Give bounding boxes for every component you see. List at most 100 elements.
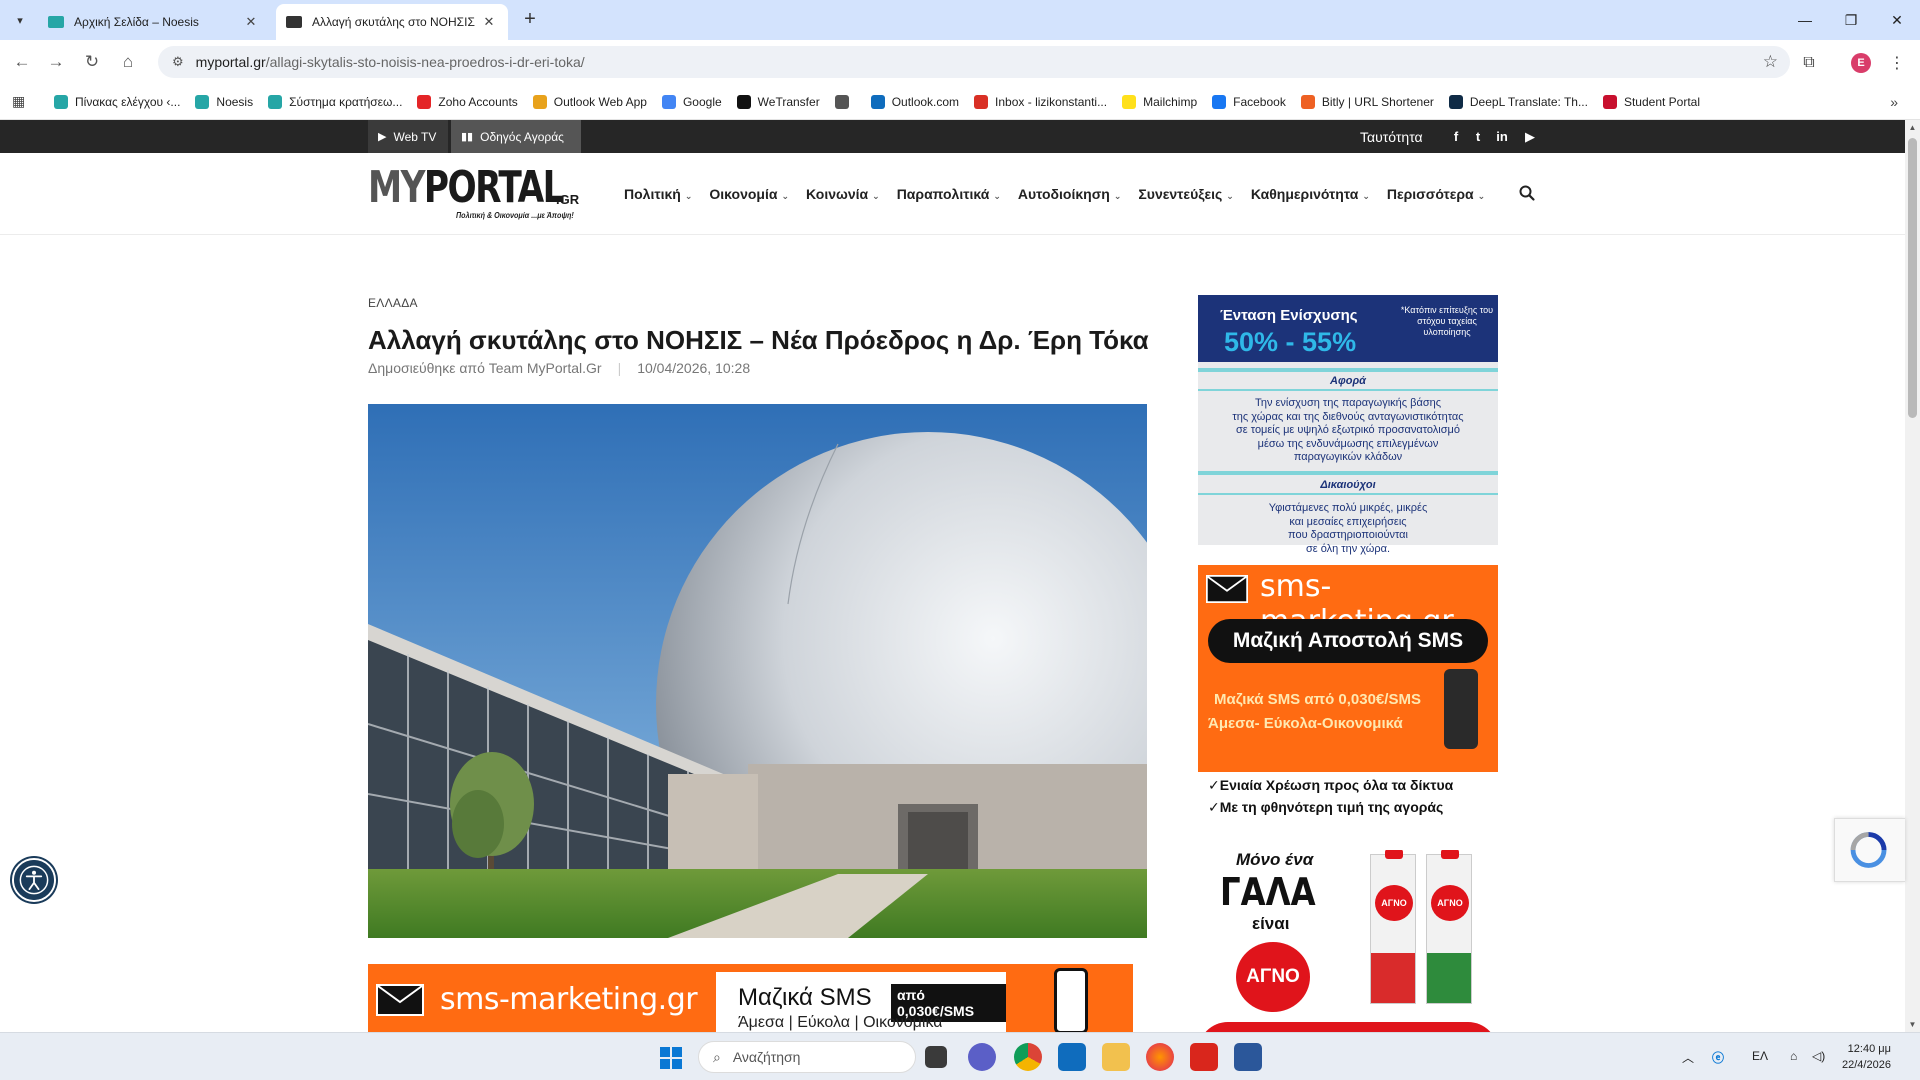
forward-arrow-icon[interactable]: → bbox=[44, 50, 68, 74]
language-indicator[interactable]: ΕΛ bbox=[1752, 1049, 1768, 1063]
divider bbox=[1198, 368, 1498, 372]
bookmark-favicon-icon bbox=[1300, 94, 1315, 109]
bookmark-item[interactable]: Mailchimp bbox=[1122, 94, 1197, 109]
market-guide-button[interactable]: ▮▮ Οδηγός Αγοράς bbox=[451, 120, 581, 153]
file-explorer-icon[interactable] bbox=[1102, 1043, 1130, 1071]
taskbar-clock[interactable]: 12:40 μμ 22/4/2026 bbox=[1842, 1041, 1891, 1073]
bookmark-item[interactable]: Outlook.com bbox=[870, 94, 959, 109]
tab-close-icon[interactable]: ✕ bbox=[242, 14, 260, 30]
bookmark-item[interactable]: Πίνακας ελέγχου ‹... bbox=[54, 94, 180, 109]
site-main-nav: MYPORTAL .GR Πολιτική & Οικονομία ...με … bbox=[0, 153, 1905, 235]
page-scrollbar[interactable]: ▲ ▼ bbox=[1905, 120, 1920, 1032]
banner-line1: Μαζικά SMS bbox=[738, 984, 872, 1011]
twitter-icon[interactable]: t bbox=[1471, 129, 1485, 144]
bookmark-favicon-icon bbox=[974, 94, 989, 109]
back-arrow-icon[interactable]: ← bbox=[10, 50, 34, 74]
nav-item[interactable]: Πολιτική ⌄ bbox=[624, 186, 692, 202]
article-category[interactable]: ΕΛΛΑΔΑ bbox=[368, 296, 418, 310]
new-tab-plus-icon[interactable]: + bbox=[518, 8, 542, 32]
nav-item[interactable]: Παραπολιτικά ⌄ bbox=[897, 186, 1001, 202]
volume-icon[interactable]: ◁) bbox=[1812, 1049, 1825, 1063]
banner-line2: Άμεσα | Εύκολα | Οικονομικά bbox=[738, 1014, 943, 1031]
web-tv-button[interactable]: ▶ Web TV bbox=[368, 120, 448, 153]
restore-icon[interactable]: ❐ bbox=[1828, 0, 1874, 40]
bookmark-item[interactable] bbox=[834, 94, 856, 109]
nav-item[interactable]: Συνεντεύξεις ⌄ bbox=[1138, 186, 1233, 202]
nav-item[interactable]: Καθημερινότητα ⌄ bbox=[1251, 186, 1370, 202]
sms-marketing-banner-ad[interactable]: sms-marketing.gr Μαζικά SMS από 0,030€/S… bbox=[368, 964, 1133, 1032]
nav-item-label: Περισσότερα bbox=[1386, 186, 1474, 202]
reload-icon[interactable]: ↻ bbox=[80, 50, 104, 74]
linkedin-icon[interactable]: in bbox=[1495, 129, 1509, 144]
nav-item[interactable]: Οικονομία ⌄ bbox=[709, 186, 789, 202]
accessibility-icon[interactable] bbox=[12, 858, 56, 902]
scroll-down-icon[interactable]: ▼ bbox=[1905, 1017, 1920, 1032]
task-view-icon[interactable] bbox=[925, 1046, 947, 1068]
funding-program-ad[interactable]: Ένταση Ενίσχυσης 50% - 55% *Κατόπιν επίτ… bbox=[1198, 295, 1498, 555]
tab-title: Αρχική Σελίδα – Noesis bbox=[74, 15, 199, 29]
funding-ad-header: Ένταση Ενίσχυσης 50% - 55% *Κατόπιν επίτ… bbox=[1198, 295, 1498, 362]
nav-item[interactable]: Αυτοδιοίκηση ⌄ bbox=[1018, 186, 1122, 202]
tab-myportal-article[interactable]: Αλλαγή σκυτάλης στο ΝΟΗΣΙΣ ✕ bbox=[276, 4, 508, 40]
profile-avatar[interactable]: E bbox=[1848, 50, 1874, 76]
teams-icon[interactable] bbox=[968, 1043, 996, 1071]
ad-body-line: της χώρας και της διεθνούς ανταγωνιστικό… bbox=[1232, 410, 1464, 423]
tab-close-icon[interactable]: ✕ bbox=[480, 14, 498, 30]
bookmark-item[interactable]: Bitly | URL Shortener bbox=[1300, 94, 1434, 109]
minimize-icon[interactable]: — bbox=[1782, 0, 1828, 40]
milk-carton-image: ΑΓΝΟ bbox=[1426, 850, 1472, 1004]
word-icon[interactable] bbox=[1234, 1043, 1262, 1071]
url-host: myportal.gr bbox=[195, 54, 266, 70]
browser-menu-kebab-icon[interactable]: ⋮ bbox=[1884, 50, 1910, 76]
acrobat-icon[interactable] bbox=[1190, 1043, 1218, 1071]
scroll-up-icon[interactable]: ▲ bbox=[1905, 120, 1920, 135]
article-author[interactable]: Δημοσιεύθηκε από Team MyPortal.Gr bbox=[368, 360, 602, 376]
tab-title: Αλλαγή σκυτάλης στο ΝΟΗΣΙΣ bbox=[312, 15, 475, 29]
bookmark-label: Noesis bbox=[216, 94, 254, 109]
funding-ad-title: Ένταση Ενίσχυσης bbox=[1220, 307, 1358, 324]
windows-start-icon[interactable] bbox=[660, 1047, 682, 1069]
extensions-puzzle-icon[interactable]: ⧉ bbox=[1796, 50, 1822, 76]
bookmark-item[interactable]: Noesis bbox=[195, 94, 254, 109]
firefox-icon[interactable] bbox=[1146, 1043, 1174, 1071]
bookmark-item[interactable]: Student Portal bbox=[1602, 94, 1700, 109]
bookmark-item[interactable]: Facebook bbox=[1212, 94, 1286, 109]
bookmark-star-icon[interactable]: ☆ bbox=[1763, 52, 1778, 72]
close-window-icon[interactable]: ✕ bbox=[1874, 0, 1920, 40]
nav-item[interactable]: Περισσότερα ⌄ bbox=[1387, 186, 1485, 202]
bookmark-item[interactable]: Zoho Accounts bbox=[417, 94, 518, 109]
bookmark-item[interactable]: Outlook Web App bbox=[532, 94, 647, 109]
sms-marketing-sidebar-ad[interactable]: sms-marketing.gr Μαζική Αποστολή SMS Μαζ… bbox=[1198, 565, 1498, 827]
scrollbar-thumb[interactable] bbox=[1908, 138, 1917, 418]
sms-ad-check-1: ✓Ενιαία Χρέωση προς όλα τα δίκτυα bbox=[1208, 777, 1454, 793]
bookmarks-more-chevron-icon[interactable]: » bbox=[1890, 94, 1898, 110]
youtube-icon[interactable]: ▶ bbox=[1523, 129, 1537, 145]
bookmark-item[interactable]: Σύστημα κρατήσεω... bbox=[268, 94, 402, 109]
home-icon[interactable]: ⌂ bbox=[116, 50, 140, 74]
myportal-logo[interactable]: MYPORTAL .GR Πολιτική & Οικονομία ...με … bbox=[368, 166, 579, 222]
bookmark-item[interactable]: WeTransfer bbox=[736, 94, 820, 109]
chrome-icon[interactable] bbox=[1014, 1043, 1042, 1071]
taskbar-search-placeholder: Αναζήτηση bbox=[732, 1049, 801, 1065]
search-icon[interactable] bbox=[1518, 184, 1536, 202]
tray-overflow-chevron-icon[interactable]: ︿ bbox=[1682, 1049, 1694, 1066]
bookmark-item[interactable]: Google bbox=[661, 94, 722, 109]
bookmark-item[interactable]: Inbox - lizikonstanti... bbox=[974, 94, 1107, 109]
edge-tray-icon[interactable]: ⓔ bbox=[1712, 1049, 1724, 1066]
identity-link[interactable]: Ταυτότητα bbox=[1360, 129, 1423, 145]
clock-time: 12:40 μμ bbox=[1847, 1043, 1891, 1055]
site-info-icon[interactable]: ⚙ bbox=[172, 54, 184, 70]
agno-milk-ad[interactable]: Μόνο ένα ΓΑΛΑ είναι ΑΓΝΟ ΑΓΝΟ ΑΓΝΟ bbox=[1198, 850, 1498, 1032]
search-icon: ⌕ bbox=[713, 1048, 721, 1065]
recaptcha-badge-icon[interactable] bbox=[1834, 818, 1905, 882]
taskbar-search-box[interactable]: ⌕ Αναζήτηση bbox=[698, 1041, 916, 1073]
facebook-icon[interactable]: f bbox=[1449, 129, 1463, 144]
address-bar[interactable]: ⚙ myportal.gr/allagi-skytalis-sto-noisis… bbox=[158, 46, 1790, 78]
nav-item[interactable]: Κοινωνία ⌄ bbox=[806, 186, 880, 202]
network-icon[interactable]: ⌂ bbox=[1790, 1049, 1797, 1063]
outlook-icon[interactable] bbox=[1058, 1043, 1086, 1071]
tab-search-chevron-icon[interactable]: ▾ bbox=[8, 8, 32, 32]
bookmark-item[interactable]: DeepL Translate: Th... bbox=[1448, 94, 1588, 109]
apps-grid-icon[interactable]: ▦ bbox=[12, 93, 32, 110]
tab-noesis[interactable]: Αρχική Σελίδα – Noesis ✕ bbox=[38, 4, 270, 40]
